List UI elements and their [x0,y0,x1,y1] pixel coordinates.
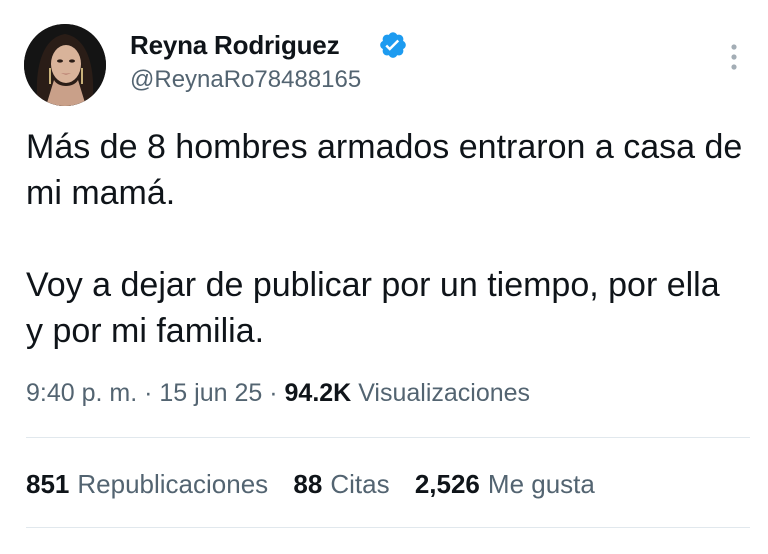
views-count: 94.2K [284,379,352,407]
tweet-paragraph: Voy a dejar de publicar por un tiempo, p… [26,266,720,350]
views-label: Visualizaciones [358,379,531,407]
likes-count: 2,526 [414,469,480,499]
tweet-time[interactable]: 9:40 p. m. [26,379,137,407]
engagement-stats: 851 Republicaciones 88 Citas 2,526 Me gusta [26,466,613,502]
divider [26,527,750,528]
meta-separator: · [269,379,278,407]
tweet-paragraph: Más de 8 hombres armados entraron a casa… [26,128,743,212]
verified-badge-icon [378,30,408,60]
user-handle[interactable]: @ReynaRo78488165 [130,64,361,96]
more-vertical-icon[interactable] [724,40,744,74]
meta-separator: · [144,379,153,407]
avatar[interactable] [24,24,106,106]
divider [26,437,750,438]
quotes-count: 88 [293,469,323,499]
display-name[interactable]: Reyna Rodriguez [130,28,340,62]
reposts-stat[interactable]: 851 Republicaciones [26,466,268,502]
tweet-card: Reyna Rodriguez @ReynaRo78488165 Más de … [0,0,768,554]
reposts-label: Republicaciones [77,469,269,499]
quotes-stat[interactable]: 88 Citas [293,466,389,502]
likes-label: Me gusta [487,469,595,499]
quotes-label: Citas [330,469,390,499]
likes-stat[interactable]: 2,526 Me gusta [415,466,595,502]
tweet-date[interactable]: 15 jun 25 [159,379,262,407]
reposts-count: 851 [26,469,70,499]
tweet-text: Más de 8 hombres armados entraron a casa… [26,124,746,354]
tweet-meta: 9:40 p. m. · 15 jun 25 · 94.2K Visualiza… [26,376,530,410]
